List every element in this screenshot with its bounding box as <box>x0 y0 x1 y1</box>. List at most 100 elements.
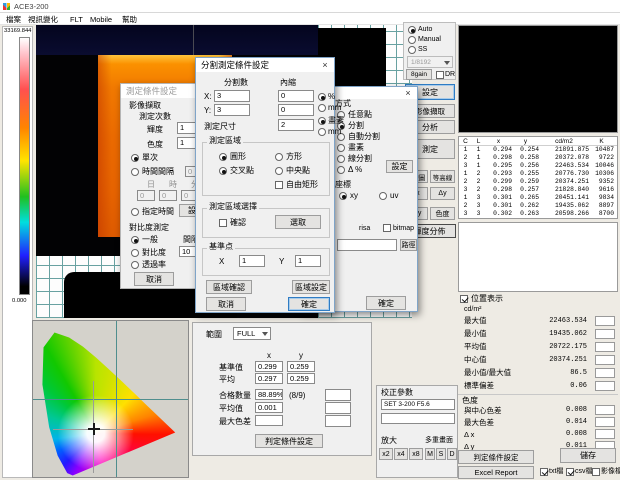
multi-s-button[interactable]: S <box>436 448 446 460</box>
menu-help[interactable]: 幫助 <box>122 16 137 24</box>
table-row[interactable]: 3 2 0.298 0.257 21828.840 9616 <box>459 186 617 194</box>
calibration-value[interactable]: SET 3-200 F5.6 <box>381 399 455 410</box>
single-radio[interactable] <box>131 154 139 162</box>
window-title: ACE3-200 <box>14 3 49 11</box>
dr-checkbox[interactable] <box>436 71 444 79</box>
inset-percent-radio[interactable] <box>318 93 326 101</box>
bitmap-checkbox[interactable] <box>383 224 391 232</box>
pass-percent-value[interactable]: 88.89% <box>255 389 283 400</box>
path-input[interactable] <box>337 239 397 251</box>
menu-flt[interactable]: FLT <box>70 16 83 24</box>
range-select[interactable]: FULL <box>233 327 271 340</box>
ss-radio[interactable] <box>408 46 416 54</box>
result-image-view[interactable] <box>458 25 618 133</box>
interval-radio[interactable] <box>131 168 139 176</box>
method-linesplit-radio[interactable] <box>337 155 345 163</box>
split-dialog-title[interactable]: 分割測定條件設定 <box>196 58 334 72</box>
zoom-x2-button[interactable]: x2 <box>379 448 393 460</box>
table-row[interactable]: 1 1 0.294 0.254 21891.875 10487 <box>459 146 617 154</box>
judge-condition-button[interactable]: 判定條件設定 <box>458 450 534 464</box>
basepoint-y-input[interactable]: 1 <box>295 255 321 267</box>
contrast-radio[interactable] <box>131 249 139 257</box>
circle-radio[interactable] <box>219 153 227 161</box>
centerpoint-radio[interactable] <box>275 167 283 175</box>
txt-file-checkbox[interactable] <box>540 468 548 476</box>
image-file-checkbox[interactable] <box>592 468 600 476</box>
inset-mm-radio[interactable] <box>318 104 326 112</box>
excel-report-button[interactable]: Excel Report <box>458 466 534 479</box>
table-row[interactable]: 3 3 0.302 0.263 20598.266 8700 <box>459 210 617 218</box>
freerect-checkbox[interactable] <box>275 181 283 189</box>
avg-y-value[interactable]: 0.259 <box>287 373 315 384</box>
zoom-x8-button[interactable]: x8 <box>409 448 423 460</box>
spec-time-radio[interactable] <box>131 208 139 216</box>
cross-radio[interactable] <box>219 167 227 175</box>
delta-y-button[interactable]: Δy <box>430 187 455 200</box>
method-delta-radio[interactable] <box>337 166 345 174</box>
pick-button[interactable]: 選取 <box>275 215 321 229</box>
multi-m-button[interactable]: M <box>425 448 435 460</box>
y-division-input[interactable]: 3 <box>214 104 250 116</box>
gain-button[interactable]: 8gain <box>406 69 432 80</box>
x-inset-input[interactable]: 0 <box>278 90 314 102</box>
close-icon[interactable]: × <box>318 59 332 71</box>
table-row[interactable]: 1 3 0.301 0.265 20451.141 9834 <box>459 194 617 202</box>
table-row[interactable]: 2 1 0.298 0.258 20372.078 9722 <box>459 154 617 162</box>
measure-cancel-button[interactable]: 取消 <box>134 272 174 286</box>
transmit-radio[interactable] <box>131 261 139 269</box>
confirm-checkbox[interactable] <box>219 219 227 227</box>
colorbar-max-value: 33169.844 <box>4 29 31 35</box>
menu-file[interactable]: 檔案 <box>6 16 21 24</box>
auto-label: Auto <box>418 26 432 33</box>
x-division-input[interactable]: 3 <box>214 90 250 102</box>
hour-input[interactable]: 0 <box>159 190 177 201</box>
table-row[interactable]: 1 2 0.293 0.255 20776.730 10306 <box>459 170 617 178</box>
avg-x-value[interactable]: 0.297 <box>255 373 283 384</box>
table-row[interactable]: 3 1 0.295 0.256 22463.534 10046 <box>459 162 617 170</box>
ref-x-value[interactable]: 0.299 <box>255 361 283 372</box>
path-button[interactable]: 路徑 <box>400 239 417 251</box>
mm2-label: mm <box>328 128 341 136</box>
position-display-checkbox[interactable] <box>460 295 468 303</box>
avg2-value[interactable]: 0.001 <box>255 402 283 413</box>
coord-uv-radio[interactable] <box>379 192 387 200</box>
method-ok-button[interactable]: 確定 <box>366 296 406 310</box>
area-set-button[interactable]: 區域設定 <box>292 280 330 294</box>
size-input[interactable]: 2 <box>278 119 314 131</box>
csv-file-checkbox[interactable] <box>566 468 574 476</box>
size-mm-radio[interactable] <box>318 128 326 136</box>
contour-button[interactable]: 等高線 <box>430 170 455 183</box>
menu-video-change[interactable]: 視訊變化 <box>28 16 58 24</box>
menu-mobile[interactable]: Mobile <box>90 16 112 24</box>
ref-y-value[interactable]: 0.259 <box>287 361 315 372</box>
square-radio[interactable] <box>275 153 283 161</box>
chroma-button[interactable]: 色度 <box>430 207 455 220</box>
normal-radio[interactable] <box>131 236 139 244</box>
auto-radio[interactable] <box>408 26 416 34</box>
coord-xy-radio[interactable] <box>339 192 347 200</box>
area-confirm-button[interactable]: 區域確認 <box>206 280 252 294</box>
close-icon[interactable]: × <box>401 87 415 99</box>
manual-radio[interactable] <box>408 36 416 44</box>
maxdiff-value[interactable] <box>255 415 283 426</box>
split-ok-button[interactable]: 確定 <box>288 297 330 311</box>
shutter-select[interactable]: 1/8192 <box>407 56 453 68</box>
stats-divider <box>458 394 618 395</box>
method-pixel-radio[interactable] <box>337 144 345 152</box>
status-box <box>595 342 615 352</box>
calibration-value-2[interactable] <box>381 413 455 424</box>
zoom-x4-button[interactable]: x4 <box>394 448 408 460</box>
judge-condition-button-2[interactable]: 判定條件設定 <box>255 434 323 448</box>
save-button[interactable]: 儲存 <box>560 448 616 463</box>
table-row[interactable]: 2 3 0.301 0.262 19435.062 8897 <box>459 202 617 210</box>
result-listbox[interactable] <box>458 222 618 292</box>
multi-d-button[interactable]: D <box>447 448 457 460</box>
table-row[interactable]: 2 2 0.299 0.259 20374.251 9352 <box>459 178 617 186</box>
method-set-button[interactable]: 設定 <box>386 160 413 173</box>
split-cancel-button[interactable]: 取消 <box>206 297 246 311</box>
y-inset-input[interactable]: 0 <box>278 104 314 116</box>
cie-chromaticity-diagram[interactable] <box>32 320 189 478</box>
basepoint-x-input[interactable]: 1 <box>239 255 265 267</box>
size-pixel-radio[interactable] <box>318 117 326 125</box>
day-input[interactable]: 0 <box>137 190 155 201</box>
